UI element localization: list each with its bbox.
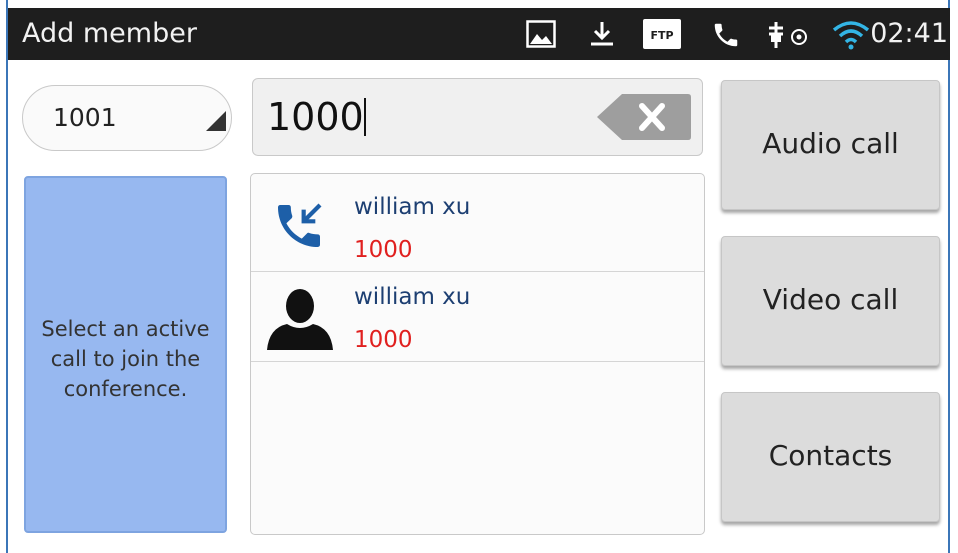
- result-name: william xu: [354, 284, 471, 310]
- dropdown-triangle-icon: [205, 110, 227, 136]
- ftp-icon: FTP: [643, 19, 681, 53]
- dial-number-input[interactable]: 1000: [252, 78, 703, 156]
- conference-info-panel: Select an active call to join the confer…: [24, 176, 227, 533]
- account-value: 1001: [53, 103, 117, 132]
- result-number: 1000: [354, 327, 413, 353]
- wifi-icon: [832, 20, 870, 54]
- result-number: 1000: [354, 237, 413, 263]
- conference-hint-text: Select an active call to join the confer…: [41, 317, 210, 401]
- clock: 02:41: [870, 18, 948, 49]
- audio-call-button[interactable]: Audio call: [721, 80, 940, 210]
- dial-number-text: 1000: [267, 95, 366, 139]
- result-item[interactable]: william xu 1000: [251, 272, 704, 362]
- result-item[interactable]: william xu 1000: [251, 174, 704, 272]
- image-icon: [526, 20, 556, 52]
- backspace-clear-icon[interactable]: [596, 92, 692, 146]
- account-selector[interactable]: 1001: [22, 85, 232, 151]
- search-results-list: william xu 1000 william xu 1000: [250, 173, 705, 535]
- video-call-button[interactable]: Video call: [721, 236, 940, 366]
- contacts-button[interactable]: Contacts: [721, 392, 940, 522]
- contact-avatar-icon: [263, 284, 337, 356]
- status-bar: Add member FTP 02:41: [8, 8, 950, 60]
- incoming-call-icon: [271, 198, 327, 258]
- download-icon: [588, 20, 616, 52]
- result-name: william xu: [354, 194, 471, 220]
- usb-debug-icon: [766, 20, 812, 54]
- ftp-label: FTP: [650, 29, 673, 42]
- phone-icon: [711, 20, 741, 54]
- screen-title: Add member: [22, 18, 197, 49]
